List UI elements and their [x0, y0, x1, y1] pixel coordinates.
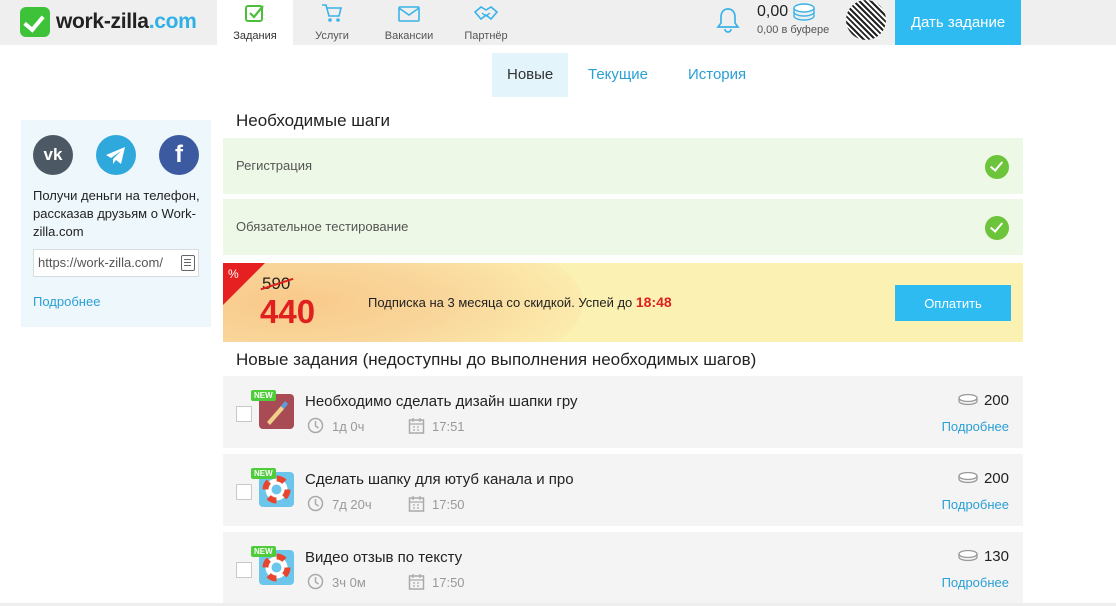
- task-checkbox[interactable]: [236, 562, 252, 578]
- coins-icon: [793, 3, 815, 21]
- step-registration: Регистрация: [223, 138, 1023, 194]
- task-time: 17:50: [432, 575, 465, 590]
- clock-icon: [307, 573, 324, 590]
- tab-history[interactable]: История: [668, 53, 766, 97]
- step-label: Регистрация: [236, 158, 312, 173]
- calendar-icon: [408, 496, 425, 512]
- nav-tab-services[interactable]: Услуги: [294, 0, 370, 45]
- telegram-icon[interactable]: [96, 135, 136, 175]
- nav-tab-tasks[interactable]: Задания: [217, 0, 293, 45]
- envelope-icon: [398, 6, 420, 22]
- coins-icon: [958, 393, 978, 406]
- task-tabs: Новые Текущие История: [492, 53, 766, 97]
- nav-tab-label: Услуги: [315, 30, 349, 42]
- task-price: 200: [983, 392, 1009, 409]
- task-checkbox[interactable]: [236, 406, 252, 422]
- clock-icon: [307, 495, 324, 512]
- give-task-button[interactable]: Дать задание: [895, 0, 1021, 45]
- calendar-icon: [408, 574, 425, 590]
- referral-link-field[interactable]: https://work-zilla.com/: [33, 249, 199, 277]
- facebook-icon[interactable]: f: [159, 135, 199, 175]
- clock-icon: [307, 417, 324, 434]
- task-time: 17:50: [432, 497, 465, 512]
- logo-domain: .com: [148, 10, 197, 33]
- step-label: Обязательное тестирование: [236, 219, 409, 234]
- top-bar: work-zilla.com Задания Услуги Вакансии П…: [0, 0, 1116, 45]
- new-tasks-heading: Новые задания (недоступны до выполнения …: [236, 350, 757, 369]
- cart-icon: [322, 4, 343, 22]
- promo-text: Подписка на 3 месяца со скидкой. Успей д…: [368, 294, 672, 310]
- percent-label: %: [228, 267, 239, 281]
- steps-heading: Необходимые шаги: [236, 111, 391, 130]
- referral-more-link[interactable]: Подробнее: [33, 294, 100, 309]
- tab-current[interactable]: Текущие: [568, 53, 668, 97]
- task-more-link[interactable]: Подробнее: [942, 575, 1009, 590]
- step-testing[interactable]: Обязательное тестирование: [223, 199, 1023, 255]
- task-row[interactable]: NEW Сделать шапку для ютуб канала и про …: [223, 454, 1023, 526]
- task-title[interactable]: Видео отзыв по тексту: [305, 549, 462, 566]
- task-title[interactable]: Необходимо сделать дизайн шапки гру: [305, 393, 578, 410]
- task-duration: 3ч 0м: [332, 575, 366, 590]
- calendar-icon: [408, 418, 425, 434]
- pay-button[interactable]: Оплатить: [895, 285, 1011, 321]
- new-badge: NEW: [251, 390, 276, 401]
- subscription-promo: % 590 440 Подписка на 3 месяца со скидко…: [223, 263, 1023, 342]
- task-more-link[interactable]: Подробнее: [942, 497, 1009, 512]
- nav-tab-label: Задания: [233, 30, 277, 42]
- check-icon: [985, 216, 1009, 240]
- promo-deadline: 18:48: [635, 294, 672, 310]
- logo[interactable]: work-zilla.com: [20, 6, 197, 38]
- logo-name: work-zilla: [56, 10, 149, 33]
- tab-new[interactable]: Новые: [492, 53, 568, 97]
- task-checkbox[interactable]: [236, 484, 252, 500]
- new-badge: NEW: [251, 468, 276, 479]
- avatar[interactable]: [846, 0, 886, 40]
- task-duration: 1д 0ч: [332, 419, 365, 434]
- nav-tab-label: Вакансии: [384, 30, 434, 42]
- logo-check-icon: [20, 7, 50, 37]
- task-more-link[interactable]: Подробнее: [942, 419, 1009, 434]
- referral-text: Получи деньги на телефон, рассказав друз…: [33, 188, 200, 239]
- task-duration: 7д 20ч: [332, 497, 372, 512]
- bell-icon[interactable]: [716, 6, 740, 34]
- old-price: 590: [262, 274, 291, 293]
- task-price: 200: [983, 470, 1009, 487]
- task-price: 130: [983, 548, 1009, 565]
- check-icon: [985, 155, 1009, 179]
- referral-link-value: https://work-zilla.com/: [38, 255, 163, 270]
- nav-tab-label: Партнёр: [464, 30, 508, 42]
- task-title[interactable]: Сделать шапку для ютуб канала и про: [305, 471, 574, 488]
- nav-tab-partner[interactable]: Партнёр: [448, 0, 524, 45]
- handshake-icon: [474, 6, 498, 21]
- task-time: 17:51: [432, 419, 465, 434]
- task-row[interactable]: NEW Необходимо сделать дизайн шапки гру …: [223, 376, 1023, 448]
- buffer-amount: 0,00 в буфере: [757, 24, 830, 36]
- new-price: 440: [260, 293, 316, 330]
- coins-icon: [958, 549, 978, 562]
- coins-icon: [958, 471, 978, 484]
- nav-tab-vacancies[interactable]: Вакансии: [371, 0, 447, 45]
- tasks-check-icon: [245, 5, 264, 22]
- vk-icon[interactable]: vk: [33, 135, 73, 175]
- new-badge: NEW: [251, 546, 276, 557]
- referral-panel: vk f Получи деньги на телефон, рассказав…: [21, 120, 211, 327]
- copy-icon[interactable]: [181, 255, 195, 271]
- task-row[interactable]: NEW Видео отзыв по тексту 3ч 0м 17:50 13…: [223, 532, 1023, 604]
